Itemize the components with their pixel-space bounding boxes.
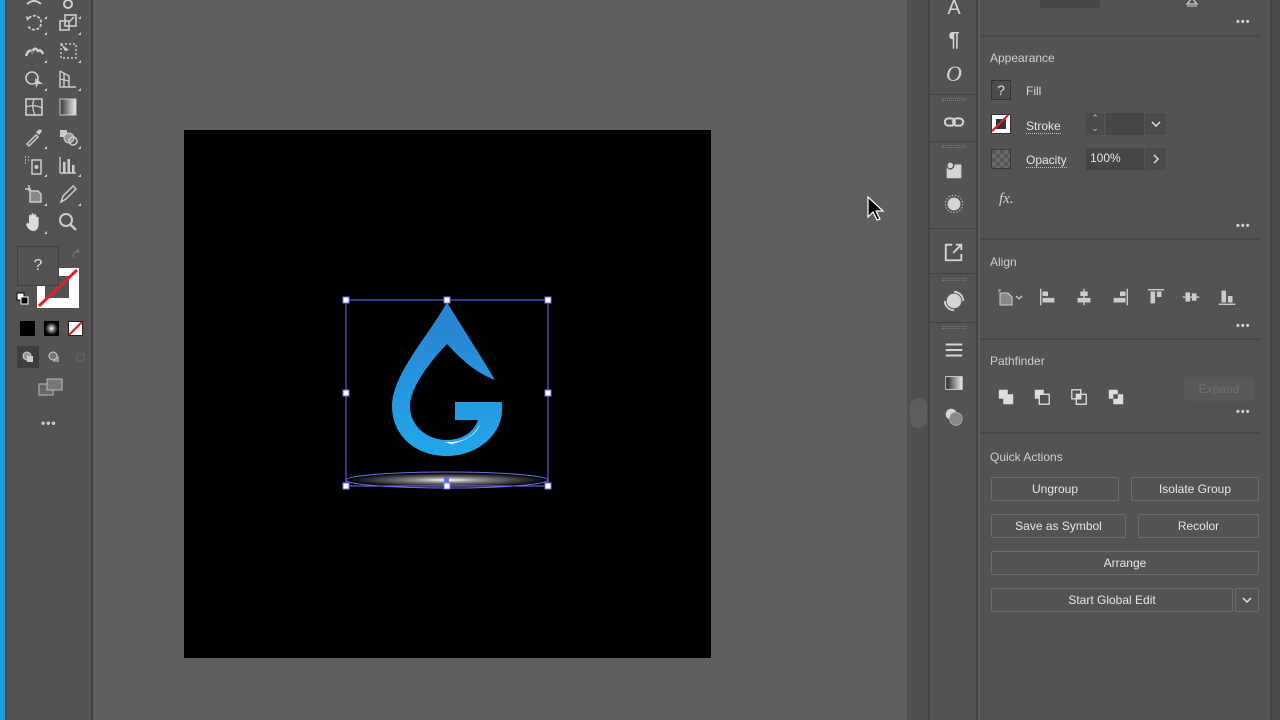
recolor-button[interactable]: Recolor — [1138, 514, 1259, 538]
pathfinder-intersect-icon[interactable] — [1067, 385, 1091, 409]
opacity-input[interactable]: 100% — [1086, 148, 1144, 170]
transform-more-button[interactable]: ••• — [1236, 16, 1251, 28]
align-vertical-center-icon[interactable] — [1179, 285, 1203, 309]
swap-fill-stroke-icon[interactable] — [70, 248, 84, 262]
gradient-panel-icon[interactable] — [942, 371, 966, 395]
color-guide-icon[interactable] — [942, 289, 966, 313]
default-fill-stroke-icon[interactable] — [16, 292, 29, 305]
transparency-icon[interactable] — [942, 405, 966, 429]
column-graph-tool-icon[interactable] — [55, 152, 81, 178]
save-as-symbol-button[interactable]: Save as Symbol — [991, 514, 1126, 538]
rotate-tool-icon[interactable] — [21, 10, 47, 36]
color-mode-icon[interactable] — [20, 321, 35, 336]
stroke-weight-stepper[interactable]: ⌃ ⌄ — [1086, 113, 1104, 135]
fill-swatch[interactable]: ? — [17, 246, 59, 286]
artboard-tool-icon[interactable] — [21, 181, 47, 207]
tools-panel: ? ••• — [5, 0, 93, 720]
panel-scrollbar[interactable] — [1270, 0, 1280, 720]
water-drop-logo — [392, 302, 502, 456]
mesh-tool-icon[interactable] — [21, 94, 47, 120]
pathfinder-expand-button[interactable]: Expand — [1184, 377, 1254, 401]
gradient-tool-icon[interactable] — [55, 94, 81, 120]
align-left-icon[interactable] — [1036, 285, 1060, 309]
start-global-edit-button[interactable]: Start Global Edit — [991, 588, 1233, 612]
brushes-icon[interactable] — [942, 192, 966, 216]
align-horizontal-center-icon[interactable] — [1072, 285, 1096, 309]
fx-effects-button[interactable]: fx. — [999, 191, 1014, 208]
hand-tool-icon[interactable] — [21, 209, 47, 235]
global-edit-options-dropdown[interactable] — [1235, 588, 1259, 612]
links-icon[interactable] — [942, 110, 966, 134]
flip-horizontal-icon[interactable] — [1158, 0, 1172, 6]
chevron-down-icon — [1242, 597, 1252, 603]
vertical-scrollbar[interactable] — [907, 0, 930, 720]
stroke-label[interactable]: Stroke — [1026, 119, 1061, 134]
align-top-icon[interactable] — [1144, 285, 1168, 309]
draw-behind-icon[interactable] — [43, 346, 65, 368]
none-mode-icon[interactable] — [68, 321, 83, 336]
arrange-button[interactable]: Arrange — [991, 551, 1259, 575]
stroke-panel-icon[interactable] — [942, 338, 966, 362]
free-transform-tool-icon[interactable] — [55, 38, 81, 64]
panel-icon-strip: A ¶ O — [930, 0, 978, 720]
pathfinder-title: Pathfinder — [990, 354, 1045, 368]
align-title: Align — [990, 255, 1017, 269]
mouse-cursor-icon — [867, 195, 885, 221]
pencil-tool-icon[interactable] — [55, 181, 81, 207]
flip-vertical-icon[interactable] — [1185, 0, 1199, 8]
opacity-swatch[interactable] — [991, 149, 1011, 169]
fill-label: Fill — [1026, 84, 1042, 98]
isolate-group-button[interactable]: Isolate Group — [1131, 477, 1259, 501]
appearance-title: Appearance — [990, 51, 1055, 65]
draw-inside-icon[interactable] — [69, 346, 91, 368]
opentype-icon[interactable]: O — [942, 61, 966, 86]
symbols-icon[interactable] — [942, 158, 966, 182]
align-right-icon[interactable] — [1108, 285, 1132, 309]
align-to-selection-dropdown[interactable] — [996, 285, 1028, 309]
align-more-button[interactable]: ••• — [1236, 320, 1251, 332]
pathfinder-more-button[interactable]: ••• — [1236, 406, 1251, 418]
stroke-swatch-appearance[interactable] — [991, 114, 1011, 134]
opacity-expand-button[interactable] — [1145, 148, 1166, 170]
eyedropper-tool-icon[interactable] — [21, 124, 47, 150]
symbol-sprayer-tool-icon[interactable] — [21, 152, 47, 178]
character-icon[interactable]: A — [942, 0, 966, 20]
align-bottom-icon[interactable] — [1215, 285, 1239, 309]
edit-toolbar-button[interactable]: ••• — [41, 416, 57, 430]
opacity-label[interactable]: Opacity — [1026, 153, 1067, 168]
gradient-mode-icon[interactable] — [44, 321, 59, 336]
stroke-weight-input[interactable] — [1106, 113, 1144, 135]
truncated-field[interactable] — [1040, 0, 1100, 8]
pathfinder-exclude-icon[interactable] — [1104, 385, 1128, 409]
draw-normal-icon[interactable] — [17, 346, 39, 368]
appearance-more-button[interactable]: ••• — [1236, 220, 1251, 232]
ungroup-button[interactable]: Ungroup — [991, 477, 1119, 501]
selected-artwork-group[interactable] — [340, 294, 556, 492]
fill-swatch-appearance[interactable]: ? — [991, 80, 1011, 100]
blend-tool-icon[interactable] — [55, 124, 81, 150]
paragraph-icon[interactable]: ¶ — [942, 28, 966, 52]
perspective-grid-tool-icon[interactable] — [55, 66, 81, 92]
scrollbar-thumb[interactable] — [910, 398, 927, 428]
shape-builder-tool-icon[interactable] — [21, 66, 47, 92]
export-icon[interactable] — [942, 240, 966, 264]
stroke-weight-dropdown[interactable] — [1145, 113, 1166, 135]
properties-panel: ••• Appearance ? Fill Stroke ⌃ ⌄ Opacity … — [980, 0, 1270, 720]
pathfinder-unite-icon[interactable] — [994, 385, 1018, 409]
screen-mode-icon[interactable] — [37, 376, 65, 398]
quick-actions-title: Quick Actions — [990, 450, 1063, 464]
zoom-tool-icon[interactable] — [55, 209, 81, 235]
scale-tool-icon[interactable] — [55, 10, 81, 36]
puppet-warp-tool-icon[interactable] — [21, 38, 47, 64]
pathfinder-minus-front-icon[interactable] — [1030, 385, 1054, 409]
